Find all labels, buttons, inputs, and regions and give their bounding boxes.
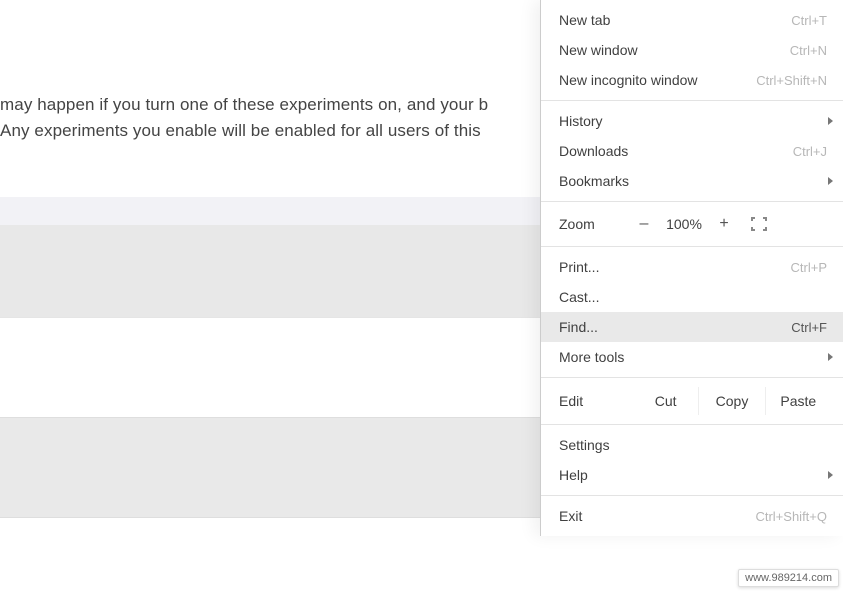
menu-item-shortcut: Ctrl+P (791, 260, 827, 275)
menu-item-shortcut: Ctrl+N (790, 43, 827, 58)
menu-separator (541, 246, 843, 247)
paste-button[interactable]: Paste (765, 387, 831, 415)
menu-exit[interactable]: Exit Ctrl+Shift+Q (541, 501, 843, 531)
menu-item-label: New tab (559, 12, 791, 28)
list-row-2 (0, 317, 540, 417)
menu-item-label: New incognito window (559, 72, 756, 88)
menu-item-label: Settings (559, 437, 827, 453)
list-header-band (0, 197, 540, 225)
submenu-arrow-icon (828, 353, 833, 361)
submenu-arrow-icon (828, 471, 833, 479)
warning-line-1: may happen if you turn one of these expe… (0, 95, 488, 114)
menu-settings[interactable]: Settings (541, 430, 843, 460)
zoom-label: Zoom (559, 216, 629, 232)
menu-item-label: Print... (559, 259, 791, 275)
menu-downloads[interactable]: Downloads Ctrl+J (541, 136, 843, 166)
menu-find[interactable]: Find... Ctrl+F (541, 312, 843, 342)
chrome-main-menu: New tab Ctrl+T New window Ctrl+N New inc… (540, 0, 843, 536)
list-row-3 (0, 417, 540, 517)
menu-item-label: Find... (559, 319, 791, 335)
menu-zoom-row: Zoom – 100% + (541, 207, 843, 241)
menu-item-shortcut: Ctrl+Shift+N (756, 73, 827, 88)
menu-item-shortcut: Ctrl+F (791, 320, 827, 335)
warning-line-2: Any experiments you enable will be enabl… (0, 121, 481, 140)
menu-help[interactable]: Help (541, 460, 843, 490)
menu-separator (541, 424, 843, 425)
menu-new-tab[interactable]: New tab Ctrl+T (541, 5, 843, 35)
menu-separator (541, 495, 843, 496)
menu-item-shortcut: Ctrl+J (793, 144, 827, 159)
menu-item-shortcut: Ctrl+Shift+Q (755, 509, 827, 524)
menu-new-window[interactable]: New window Ctrl+N (541, 35, 843, 65)
menu-separator (541, 377, 843, 378)
menu-item-label: Cast... (559, 289, 827, 305)
menu-edit-row: Edit Cut Copy Paste (541, 383, 843, 419)
zoom-value: 100% (659, 216, 709, 232)
menu-item-label: History (559, 113, 827, 129)
copy-button[interactable]: Copy (698, 387, 764, 415)
menu-print[interactable]: Print... Ctrl+P (541, 252, 843, 282)
menu-bookmarks[interactable]: Bookmarks (541, 166, 843, 196)
menu-separator (541, 100, 843, 101)
menu-history[interactable]: History (541, 106, 843, 136)
list-row-1 (0, 225, 540, 317)
menu-item-label: New window (559, 42, 790, 58)
list-row-4 (0, 517, 540, 591)
menu-more-tools[interactable]: More tools (541, 342, 843, 372)
menu-item-label: Help (559, 467, 827, 483)
menu-item-shortcut: Ctrl+T (791, 13, 827, 28)
submenu-arrow-icon (828, 117, 833, 125)
zoom-out-button[interactable]: – (629, 215, 659, 233)
menu-item-label: Bookmarks (559, 173, 827, 189)
menu-item-label: More tools (559, 349, 827, 365)
menu-cast[interactable]: Cast... (541, 282, 843, 312)
zoom-in-button[interactable]: + (709, 215, 739, 233)
fullscreen-icon (751, 217, 767, 231)
menu-separator (541, 201, 843, 202)
experiments-warning: may happen if you turn one of these expe… (0, 92, 540, 144)
fullscreen-button[interactable] (745, 214, 773, 234)
cut-button[interactable]: Cut (633, 387, 698, 415)
watermark: www.989214.com (738, 569, 839, 587)
menu-item-label: Exit (559, 508, 755, 524)
edit-label: Edit (559, 393, 633, 409)
menu-new-incognito[interactable]: New incognito window Ctrl+Shift+N (541, 65, 843, 95)
submenu-arrow-icon (828, 177, 833, 185)
menu-item-label: Downloads (559, 143, 793, 159)
